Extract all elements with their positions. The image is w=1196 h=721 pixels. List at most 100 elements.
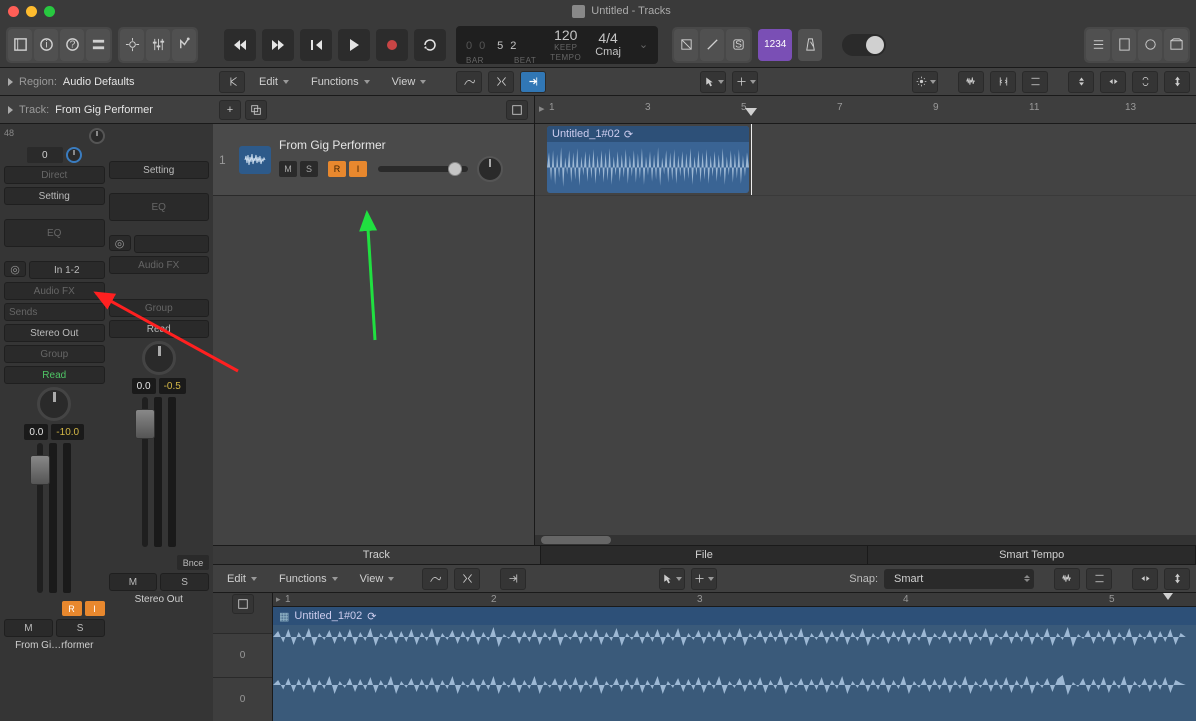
editor-inspector-btn[interactable]: [232, 594, 254, 614]
hi-cut-knob[interactable]: [66, 147, 82, 163]
pointer-tool[interactable]: [700, 71, 726, 93]
track-type-icon[interactable]: [239, 146, 271, 174]
track-mute-btn[interactable]: M: [279, 161, 297, 177]
smart-controls-btn[interactable]: [120, 29, 144, 61]
duplicate-track-btn[interactable]: [245, 100, 267, 120]
mute-btn[interactable]: M: [4, 619, 53, 637]
playhead-marker[interactable]: [745, 108, 757, 116]
track-solo-btn[interactable]: S: [300, 161, 318, 177]
lcd-time-signature[interactable]: 4/4: [598, 31, 617, 45]
editor-functions-menu[interactable]: Functions: [271, 570, 346, 588]
editor-edit-menu[interactable]: Edit: [219, 570, 265, 588]
editors-btn[interactable]: [172, 29, 196, 61]
output-select[interactable]: Stereo Out: [4, 324, 105, 342]
flex-btn[interactable]: [488, 71, 514, 93]
editor-view-menu[interactable]: View: [352, 570, 403, 588]
cycle-btn[interactable]: [414, 29, 446, 61]
lcd-key[interactable]: Cmaj: [595, 47, 621, 58]
setting-btn[interactable]: Setting: [109, 161, 210, 179]
ruler-disclosure[interactable]: ▸: [276, 594, 281, 605]
arrange-background[interactable]: [535, 196, 1196, 535]
mute-btn[interactable]: M: [109, 573, 158, 591]
waveform-zoom-btn[interactable]: [958, 71, 984, 93]
library-btn[interactable]: [8, 29, 32, 61]
input-select[interactable]: In 1-2: [29, 261, 105, 279]
lcd-tempo[interactable]: 120: [554, 28, 577, 42]
snap-select[interactable]: Smart: [884, 569, 1034, 589]
pan-knob[interactable]: [37, 387, 71, 421]
pan-knob[interactable]: [142, 341, 176, 375]
track-volume-slider[interactable]: [378, 166, 468, 172]
minimize-window[interactable]: [26, 6, 37, 17]
flex-icon[interactable]: ▦: [279, 610, 289, 623]
fader-handle[interactable]: [30, 455, 50, 485]
loop-browser-btn[interactable]: [1138, 29, 1162, 61]
editor-ruler[interactable]: ▸ 1 2 3 4 5: [273, 593, 1196, 607]
fader-handle[interactable]: [135, 409, 155, 439]
tab-track[interactable]: Track: [213, 546, 541, 564]
inspector-btn[interactable]: i: [34, 29, 58, 61]
gain-knob[interactable]: [89, 128, 105, 144]
track-lane[interactable]: Untitled_1#02 ⟳: [535, 124, 1196, 196]
h-zoom-slider[interactable]: [1100, 71, 1126, 93]
master-volume-switch[interactable]: [842, 34, 886, 56]
record-btn[interactable]: [376, 29, 408, 61]
solo-btn[interactable]: S: [56, 619, 105, 637]
mixer-btn[interactable]: [146, 29, 170, 61]
audiofx-slot[interactable]: Audio FX: [4, 282, 105, 300]
forward-btn[interactable]: [262, 29, 294, 61]
volume-fader[interactable]: [142, 397, 148, 547]
peak-db[interactable]: -10.0: [51, 424, 84, 440]
automation-read-btn[interactable]: Read: [4, 366, 105, 384]
region-inspector-header[interactable]: Region: Audio Defaults: [0, 68, 213, 96]
secondary-tool[interactable]: [732, 71, 758, 93]
fader-db[interactable]: 0.0: [24, 424, 48, 440]
eq-btn[interactable]: EQ: [109, 193, 210, 221]
lcd-dropdown-icon[interactable]: ⌄: [635, 38, 648, 51]
gear-menu[interactable]: [912, 71, 938, 93]
add-track-btn[interactable]: +: [219, 100, 241, 120]
audiofx-slot[interactable]: Audio FX: [109, 256, 210, 274]
vertical-zoom-btn[interactable]: [990, 71, 1016, 93]
editor-zoom-slider[interactable]: [1132, 568, 1158, 590]
sends-slot[interactable]: Sends: [4, 303, 105, 321]
zoom-fit-btn[interactable]: [1164, 71, 1190, 93]
close-window[interactable]: [8, 6, 19, 17]
zoom-window[interactable]: [44, 6, 55, 17]
scrollbar-thumb[interactable]: [541, 536, 611, 544]
count-in-btn[interactable]: 1234: [758, 29, 792, 61]
view-menu[interactable]: View: [384, 73, 435, 91]
editor-h-zoom[interactable]: [1086, 568, 1112, 590]
list-editors-btn[interactable]: [1086, 29, 1110, 61]
region-end-marker[interactable]: [1163, 593, 1173, 600]
bar-ruler[interactable]: ▸ 1 3 5 7 9 11 13: [535, 96, 1196, 124]
functions-menu[interactable]: Functions: [303, 73, 378, 91]
gain-value[interactable]: 0: [27, 147, 63, 163]
editor-pointer-tool[interactable]: [659, 568, 685, 590]
stereo-icon[interactable]: ◎: [109, 235, 131, 251]
track-record-btn[interactable]: R: [328, 161, 346, 177]
automation-read-btn[interactable]: Read: [109, 320, 210, 338]
catch-playhead-btn[interactable]: [520, 71, 546, 93]
editor-waveform-area[interactable]: [273, 625, 1196, 721]
group-btn[interactable]: Group: [4, 345, 105, 363]
editor-flex-btn[interactable]: [454, 568, 480, 590]
setting-btn[interactable]: Setting: [4, 187, 105, 205]
slider-handle[interactable]: [448, 162, 462, 176]
eq-btn[interactable]: EQ: [4, 219, 105, 247]
editor-secondary-tool[interactable]: [691, 568, 717, 590]
back-nav-btn[interactable]: [219, 71, 245, 93]
edit-menu[interactable]: Edit: [251, 73, 297, 91]
automation-curve-btn[interactable]: [456, 71, 482, 93]
peak-db[interactable]: -0.5: [159, 378, 186, 394]
replace-btn[interactable]: [674, 29, 698, 61]
input-monitor-btn[interactable]: I: [85, 601, 105, 616]
tab-smart-tempo[interactable]: Smart Tempo: [868, 546, 1196, 564]
ruler-disclosure[interactable]: ▸: [539, 102, 545, 115]
arrange-grid[interactable]: ▸ 1 3 5 7 9 11 13 Untitled_1#02 ⟳: [535, 96, 1196, 545]
horizontal-zoom-btn[interactable]: [1022, 71, 1048, 93]
autopunch-btn[interactable]: [700, 29, 724, 61]
audio-region[interactable]: Untitled_1#02 ⟳: [547, 126, 749, 193]
quick-help-btn[interactable]: ?: [60, 29, 84, 61]
global-tracks-btn[interactable]: [506, 100, 528, 120]
